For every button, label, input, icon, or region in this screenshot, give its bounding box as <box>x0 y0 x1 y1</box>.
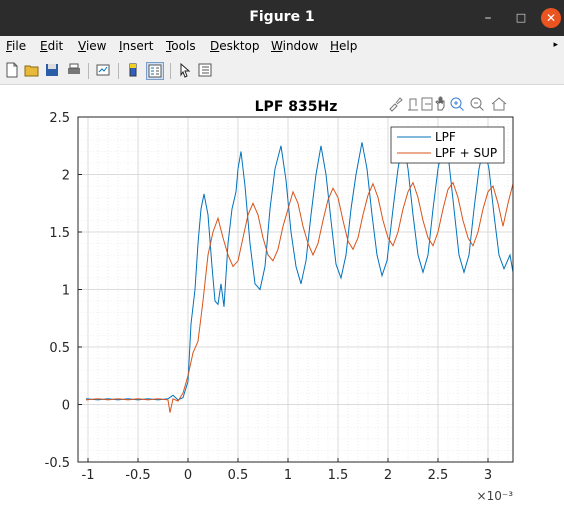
toolbar-separator <box>118 63 119 79</box>
title-bar: Figure 1 – □ ✕ <box>0 0 564 36</box>
home-icon[interactable] <box>491 97 507 111</box>
legend-icon[interactable] <box>146 62 164 80</box>
axes-toolbar <box>388 95 516 113</box>
toolbar-separator <box>88 63 89 79</box>
colorbar-icon[interactable] <box>125 62 141 78</box>
menu-desktop[interactable]: Desktop <box>210 39 260 53</box>
menu-overflow-icon[interactable]: ▸ <box>553 40 558 50</box>
minimize-button[interactable]: – <box>478 8 498 28</box>
print-icon[interactable] <box>66 62 82 78</box>
menu-window[interactable]: Window <box>271 39 318 53</box>
figure-window: Figure 1 – □ ✕ File Edit View Insert Too… <box>0 0 564 510</box>
data-tips-icon[interactable] <box>408 98 418 111</box>
edit-plot-icon[interactable] <box>177 62 193 78</box>
brush-icon[interactable] <box>389 97 403 112</box>
link-plot-icon[interactable] <box>95 62 111 78</box>
menu-insert[interactable]: Insert <box>119 39 153 53</box>
open-file-icon[interactable] <box>24 62 40 78</box>
export-icon[interactable] <box>421 97 433 111</box>
menu-help[interactable]: Help <box>330 39 357 53</box>
save-icon[interactable] <box>44 62 60 78</box>
menu-tools[interactable]: Tools <box>166 39 196 53</box>
menu-bar: File Edit View Insert Tools Desktop Wind… <box>0 36 564 58</box>
toolbar-separator <box>170 63 171 79</box>
new-figure-icon[interactable] <box>4 62 20 78</box>
close-button[interactable]: ✕ <box>541 8 561 28</box>
figure-toolbar <box>0 58 564 85</box>
pan-icon[interactable] <box>435 96 445 111</box>
menu-view[interactable]: View <box>78 39 106 53</box>
zoom-in-icon[interactable] <box>450 97 464 111</box>
figure-canvas <box>0 85 564 510</box>
maximize-button[interactable]: □ <box>511 8 531 28</box>
menu-edit[interactable]: Edit <box>40 39 63 53</box>
menu-file[interactable]: File <box>6 39 26 53</box>
property-inspector-icon[interactable] <box>197 62 213 78</box>
zoom-out-icon[interactable] <box>470 97 484 111</box>
